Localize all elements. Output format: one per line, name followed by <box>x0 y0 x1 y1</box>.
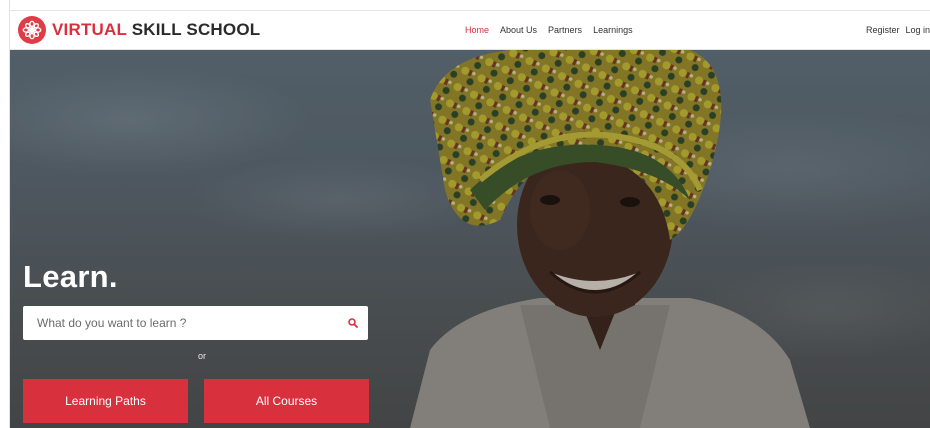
all-courses-button[interactable]: All Courses <box>204 379 369 423</box>
main-nav: Home About Us Partners Learnings <box>465 11 633 49</box>
star-burst-icon <box>18 16 46 44</box>
hero-heading: Learn. <box>23 259 118 294</box>
left-frame-edge <box>0 0 10 428</box>
brand-name-rest: SKILL SCHOOL <box>126 20 261 39</box>
top-navbar: VIRTUAL SKILL SCHOOL Home About Us Partn… <box>10 10 930 50</box>
hero-dark-overlay <box>10 50 930 428</box>
learning-paths-button[interactable]: Learning Paths <box>23 379 188 423</box>
search-icon[interactable] <box>338 306 368 340</box>
register-link[interactable]: Register <box>866 25 900 35</box>
nav-link-home[interactable]: Home <box>465 25 489 35</box>
brand-name: VIRTUAL SKILL SCHOOL <box>52 20 260 40</box>
auth-links: Register Log in <box>866 11 930 49</box>
or-divider-text: or <box>198 351 207 361</box>
nav-link-learnings[interactable]: Learnings <box>593 25 633 35</box>
login-link[interactable]: Log in <box>905 25 930 35</box>
search-input[interactable] <box>23 306 338 340</box>
hero-banner: Learn. or Learning Paths All Courses <box>10 50 930 428</box>
nav-link-about-us[interactable]: About Us <box>500 25 537 35</box>
nav-link-partners[interactable]: Partners <box>548 25 582 35</box>
search-box <box>23 306 368 340</box>
brand-logo-link[interactable]: VIRTUAL SKILL SCHOOL <box>18 16 260 44</box>
brand-name-accent: VIRTUAL <box>52 20 127 39</box>
